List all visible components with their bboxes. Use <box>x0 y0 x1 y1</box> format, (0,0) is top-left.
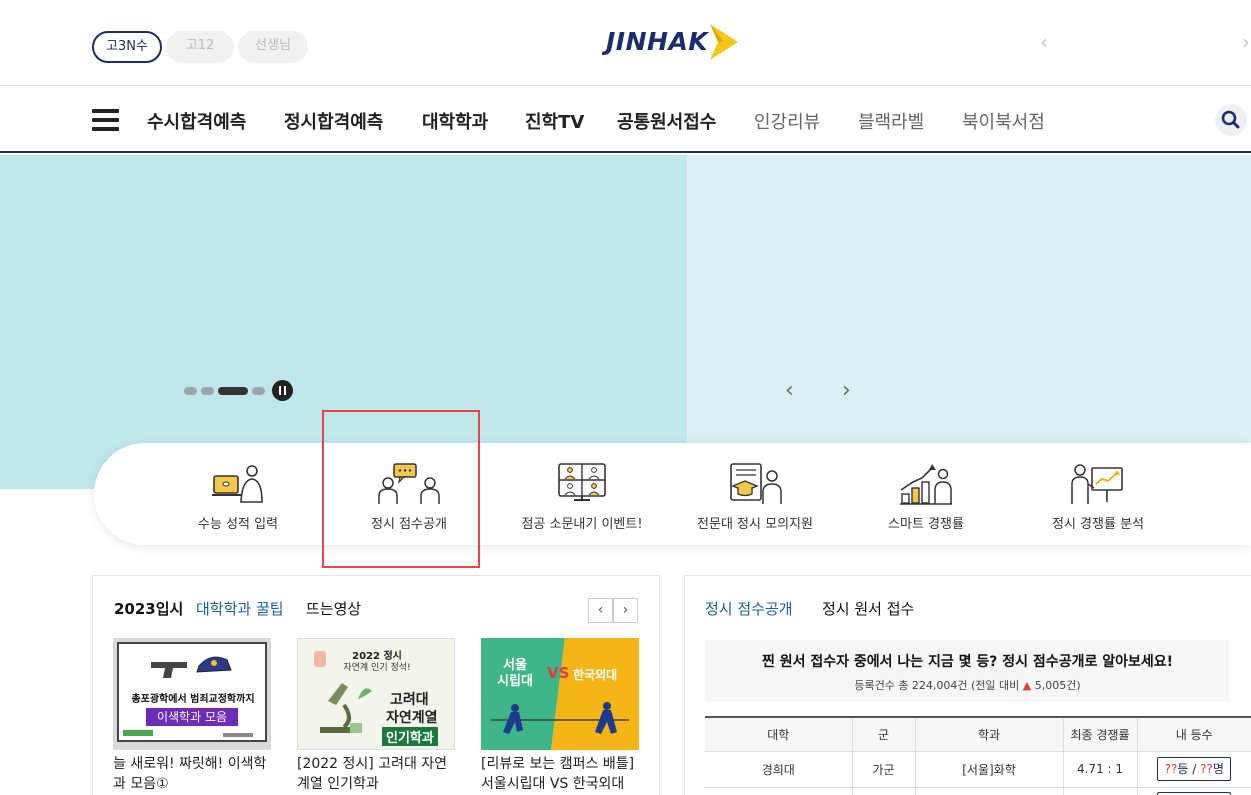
thumbnail-division: 자연계열 <box>386 710 438 726</box>
up-arrow-icon: ▲ <box>1022 679 1032 692</box>
thumbnail-team-b: 한국외대 <box>573 668 618 682</box>
cell-my-rank: ??등 / ??명 <box>1136 751 1251 788</box>
nav-item-susi-prediction[interactable]: 수시합격예측 <box>147 108 246 134</box>
table-header-row: 대학 군 학과 최종 경쟁률 내 등수 <box>705 716 1251 752</box>
table-row[interactable]: 경희대 가군 [서울]화학 4.71 : 1 ??등 / ??명 <box>705 751 1251 788</box>
grade-tab-high12[interactable]: 고12 <box>166 31 234 63</box>
column-header-competition-ratio: 최종 경쟁률 <box>1062 716 1137 752</box>
side-banner-next-arrow[interactable]: › <box>842 378 851 403</box>
cell-competition-ratio: 4.71 : 1 <box>1062 751 1137 788</box>
nav-item-jinhak-tv[interactable]: 진학TV <box>525 108 584 134</box>
nav-item-jeongsi-prediction[interactable]: 정시합격예측 <box>284 108 383 134</box>
jinhak-logo[interactable]: JINHAK <box>606 22 740 62</box>
grade-tab-teacher[interactable]: 선생님 <box>238 31 308 63</box>
thumbnail-title-badge: 이색학과 모음 <box>146 708 238 726</box>
tug-of-war-illustration-icon <box>481 638 639 750</box>
nav-item-university-dept[interactable]: 대학학과 <box>422 108 488 134</box>
column-header-group: 군 <box>851 716 915 752</box>
quick-menu-competition-analysis[interactable]: 정시 경쟁률 분석 <box>1023 462 1173 532</box>
cell-department: [서울]화학 <box>914 751 1063 788</box>
thumbnail-headline: 총포광학에서 범죄교정학까지 <box>131 694 255 705</box>
video-caption[interactable]: 늘 새로워! 짜릿해! 이색학과 모음① <box>113 754 273 794</box>
banner-pause-button[interactable] <box>272 380 293 401</box>
my-rank-button[interactable]: ??등 / ??명 <box>1157 757 1232 781</box>
cell-group: 가군 <box>851 751 915 788</box>
hamburger-menu-icon[interactable] <box>92 109 119 131</box>
side-banner-slide[interactable] <box>687 155 1251 489</box>
logo-text: JINHAK <box>606 27 709 56</box>
nav-item-black-label[interactable]: 블랙라벨 <box>858 108 924 134</box>
quick-menu-score-disclosure[interactable]: 정시 점수공개 <box>334 462 484 532</box>
slide-dot[interactable] <box>252 387 265 395</box>
quick-menu-label: 수능 성적 입력 <box>197 517 279 532</box>
search-button[interactable] <box>1215 104 1247 136</box>
content-next-button[interactable]: › <box>613 598 638 623</box>
thumbnail-vs: VS <box>547 664 570 682</box>
two-people-chat-icon <box>378 463 440 504</box>
quick-menu-label: 정시 경쟁률 분석 <box>1052 517 1144 532</box>
thumbnail-team-a: 서울 시립대 <box>497 658 533 689</box>
search-icon <box>1221 110 1240 129</box>
tab-trending-videos[interactable]: 뜨는영상 <box>306 598 361 619</box>
quick-menu-share-event[interactable]: 점공 소문내기 이벤트! <box>507 462 657 532</box>
column-header-department: 학과 <box>914 716 1063 752</box>
graduate-certificate-icon <box>730 463 782 504</box>
grade-tab-high3[interactable]: 고3N수 <box>92 31 162 63</box>
quick-menu-label: 점공 소문내기 이벤트! <box>521 517 643 532</box>
quick-menu-college-mock-apply[interactable]: 전문대 정시 모의지원 <box>680 462 830 532</box>
tab-2023-admission[interactable]: 2023입시 <box>114 598 183 619</box>
main-banner-slide[interactable] <box>0 155 687 489</box>
presentation-board-icon <box>1071 464 1123 504</box>
quick-menu-score-input[interactable]: 수능 성적 입력 <box>163 462 313 532</box>
info-title: 찐 원서 접수자 중에서 나는 지금 몇 등? 정시 점수공개로 알아보세요! <box>761 654 1173 670</box>
nav-item-lecture-review[interactable]: 인강리뷰 <box>754 108 820 134</box>
main-nav: 수시합격예측 정시합격예측 대학학과 진학TV 공통원서접수 인강리뷰 블랙라벨… <box>0 87 1251 153</box>
slide-dot-active[interactable] <box>218 387 248 395</box>
laptop-person-icon <box>212 465 263 503</box>
video-thumbnail[interactable]: 2022 정시 자연계 인기 정석! 고려대 자연계열 인기학과 <box>297 638 455 750</box>
tab-university-tips[interactable]: 대학학과 꿀팁 <box>196 598 284 619</box>
slide-dot[interactable] <box>184 387 197 395</box>
score-disclosure-info: 찐 원서 접수자 중에서 나는 지금 몇 등? 정시 점수공개로 알아보세요! … <box>705 640 1230 702</box>
score-table: 대학 군 학과 최종 경쟁률 내 등수 경희대 가군 [서울]화학 4.71 :… <box>705 716 1251 795</box>
quick-menu-smart-competition[interactable]: 스마트 경쟁률 <box>851 462 1001 532</box>
header-prev-arrow[interactable]: ‹ <box>1040 30 1048 54</box>
cell-university: 경희대 <box>705 751 852 788</box>
thumbnail-univ-name: 고려대 <box>390 692 429 708</box>
column-header-university: 대학 <box>705 716 852 752</box>
video-thumbnail[interactable]: 서울 시립대 VS 한국외대 <box>481 638 639 750</box>
video-thumbnail[interactable]: 총포광학에서 범죄교정학까지 이색학과 모음 <box>113 638 271 750</box>
info-registration-count: 등록건수 총 224,004건 (전일 대비 ▲ 5,005건) <box>854 679 1081 692</box>
video-caption[interactable]: [리뷰로 보는 캠퍼스 배틀] 서울시립대 VS 한국외대 <box>481 754 641 794</box>
thumbnail-topic-badge: 인기학과 <box>382 727 438 746</box>
growth-chart-icon <box>900 464 952 505</box>
quick-menu-label: 전문대 정시 모의지원 <box>697 517 813 532</box>
tab-score-disclosure[interactable]: 정시 점수공개 <box>705 598 793 619</box>
top-header: 고3N수 고12 선생님 JINHAK ‹ › <box>0 0 1251 86</box>
quick-menu-label: 정시 점수공개 <box>371 517 447 532</box>
header-next-arrow[interactable]: › <box>1242 30 1250 54</box>
video-caption[interactable]: [2022 정시] 고려대 자연계열 인기학과 <box>297 754 457 794</box>
video-call-grid-icon <box>558 463 606 501</box>
quick-menu-label: 스마트 경쟁률 <box>888 517 964 532</box>
nav-item-book-store[interactable]: 북이북서점 <box>962 108 1045 134</box>
content-prev-button[interactable]: ‹ <box>588 598 613 623</box>
my-rank-button[interactable] <box>1157 791 1232 795</box>
logo-arrow-icon <box>710 24 738 60</box>
slide-dot[interactable] <box>201 387 214 395</box>
side-banner-prev-arrow[interactable]: ‹ <box>785 378 794 403</box>
table-row[interactable] <box>705 787 1251 795</box>
column-header-my-rank: 내 등수 <box>1136 716 1251 752</box>
tab-application-submission[interactable]: 정시 원서 접수 <box>822 598 914 619</box>
nav-item-common-application[interactable]: 공통원서접수 <box>617 108 716 134</box>
